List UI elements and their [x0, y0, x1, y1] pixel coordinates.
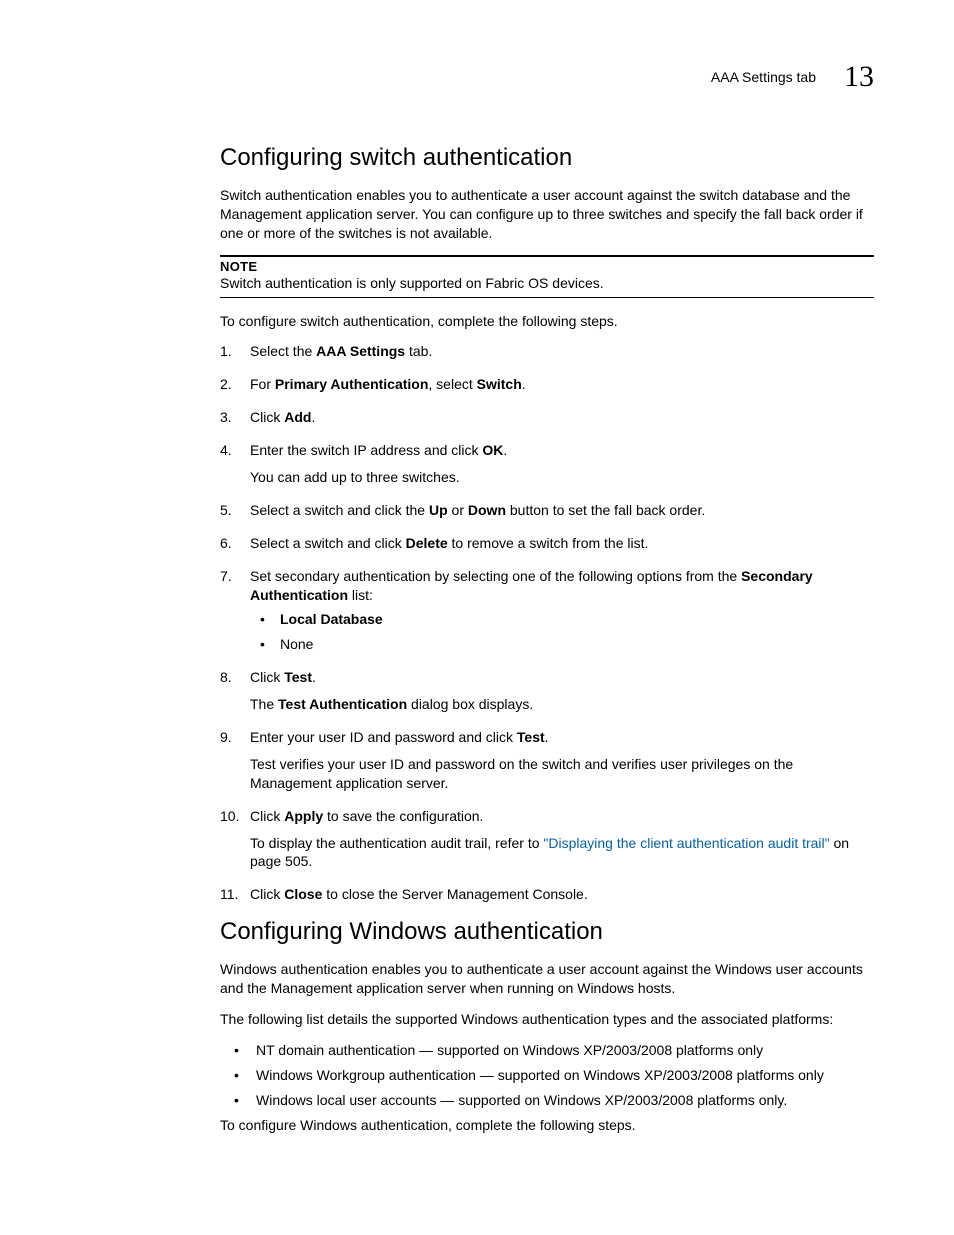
bold-text: Delete [406, 535, 448, 551]
step-1: Select the AAA Settings tab. [220, 342, 874, 361]
bold-text: Add [284, 409, 311, 425]
text: . [522, 376, 526, 392]
text: To display the authentication audit trai… [250, 835, 543, 851]
content-area: Configuring switch authentication Switch… [220, 144, 874, 1135]
bold-text: Switch [477, 376, 522, 392]
step-3: Click Add. [220, 408, 874, 427]
page: AAA Settings tab 13 Configuring switch a… [0, 0, 954, 1235]
step-7-options: Local Database None [256, 610, 874, 654]
header-label: AAA Settings tab [711, 69, 816, 85]
step-4: Enter the switch IP address and click OK… [220, 441, 874, 487]
step-8-note: The Test Authentication dialog box displ… [250, 695, 874, 714]
bold-text: Test Authentication [278, 696, 407, 712]
bold-text: Up [429, 502, 448, 518]
text: , select [428, 376, 476, 392]
bold-text: Close [284, 886, 322, 902]
step-7: Set secondary authentication by selectin… [220, 567, 874, 655]
note-text: Switch authentication is only supported … [220, 274, 874, 293]
text: Click [250, 409, 284, 425]
text: For [250, 376, 275, 392]
step-9: Enter your user ID and password and clic… [220, 728, 874, 793]
section-heading-switch: Configuring switch authentication [220, 144, 874, 172]
note-block: NOTE Switch authentication is only suppo… [220, 255, 874, 298]
bold-text: Test [517, 729, 545, 745]
text: . [312, 669, 316, 685]
step-10: Click Apply to save the configuration. T… [220, 807, 874, 872]
step-9-note: Test verifies your user ID and password … [250, 755, 874, 793]
text: to remove a switch from the list. [448, 535, 649, 551]
running-header: AAA Settings tab 13 [80, 60, 874, 94]
text: Click [250, 669, 284, 685]
section2-lead: To configure Windows authentication, com… [220, 1116, 874, 1135]
bold-text: Down [468, 502, 506, 518]
text: dialog box displays. [407, 696, 533, 712]
step-8: Click Test. The Test Authentication dial… [220, 668, 874, 714]
xref-audit-trail[interactable]: "Displaying the client authentication au… [543, 835, 829, 851]
bullet-workgroup: Windows Workgroup authentication — suppo… [226, 1066, 874, 1085]
bold-text: AAA Settings [316, 343, 405, 359]
text: Select a switch and click [250, 535, 406, 551]
step-10-note: To display the authentication audit trai… [250, 834, 874, 872]
text: . [503, 442, 507, 458]
step-6: Select a switch and click Delete to remo… [220, 534, 874, 553]
steps-list: Select the AAA Settings tab. For Primary… [220, 342, 874, 904]
text: Select the [250, 343, 316, 359]
text: button to set the fall back order. [506, 502, 705, 518]
option-local-database: Local Database [256, 610, 874, 629]
chapter-number: 13 [844, 60, 874, 94]
text: The [250, 696, 278, 712]
bold-text: Local Database [280, 611, 383, 627]
note-label: NOTE [220, 259, 874, 274]
text: . [311, 409, 315, 425]
step-5: Select a switch and click the Up or Down… [220, 501, 874, 520]
section1-intro: Switch authentication enables you to aut… [220, 186, 874, 243]
text: tab. [405, 343, 432, 359]
bullet-nt-domain: NT domain authentication — supported on … [226, 1041, 874, 1060]
section2-p1: Windows authentication enables you to au… [220, 960, 874, 998]
bullet-local-accounts: Windows local user accounts — supported … [226, 1091, 874, 1110]
platforms-list: NT domain authentication — supported on … [226, 1041, 874, 1110]
step-4-note: You can add up to three switches. [250, 468, 874, 487]
section2-p2: The following list details the supported… [220, 1010, 874, 1029]
bold-text: OK [482, 442, 503, 458]
text: or [448, 502, 468, 518]
text: . [545, 729, 549, 745]
bold-text: Apply [284, 808, 323, 824]
text: Set secondary authentication by selectin… [250, 568, 741, 584]
section1-lead: To configure switch authentication, comp… [220, 312, 874, 331]
text: Click [250, 808, 284, 824]
section-heading-windows: Configuring Windows authentication [220, 918, 874, 946]
step-2: For Primary Authentication, select Switc… [220, 375, 874, 394]
text: list: [348, 587, 373, 603]
text: Enter the switch IP address and click [250, 442, 482, 458]
text: Select a switch and click the [250, 502, 429, 518]
bold-text: Test [284, 669, 312, 685]
text: Enter your user ID and password and clic… [250, 729, 517, 745]
text: Click [250, 886, 284, 902]
text: to close the Server Management Console. [322, 886, 587, 902]
bold-text: Primary Authentication [275, 376, 429, 392]
option-none: None [256, 635, 874, 654]
step-11: Click Close to close the Server Manageme… [220, 885, 874, 904]
text: to save the configuration. [323, 808, 483, 824]
